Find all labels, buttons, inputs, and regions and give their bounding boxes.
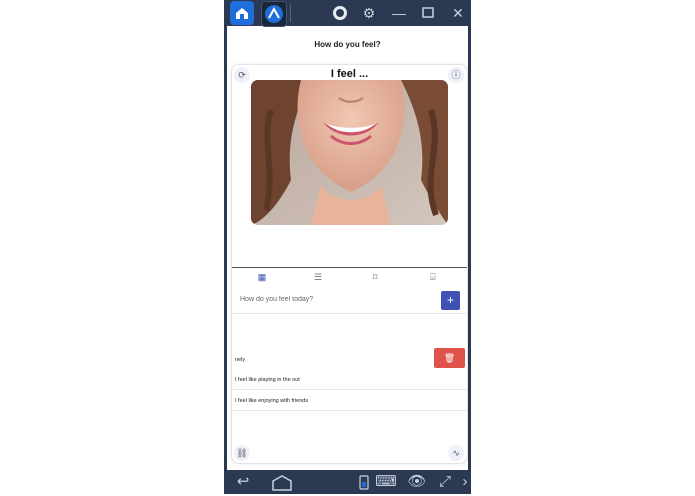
account-button[interactable] [330, 3, 350, 23]
emulator-bottombar: ↩ ⌨ 👁 ⤢ › [224, 470, 471, 494]
fullscreen-button[interactable]: ⤢ [434, 473, 456, 491]
list-item-label: nely [235, 357, 246, 363]
info-button[interactable]: ⓘ [448, 67, 464, 83]
bookmark-icon: ⌑ [372, 272, 378, 282]
more-button[interactable]: › [460, 473, 470, 491]
plus-icon: + [446, 293, 454, 307]
row-divider [232, 410, 467, 411]
grid-icon: ▦ [257, 272, 267, 282]
list-item[interactable]: I feel like playing in the out [232, 370, 467, 390]
smiling-face-photo [251, 80, 448, 225]
add-button[interactable]: + [441, 291, 460, 310]
chart-button[interactable]: ∿ [448, 445, 464, 461]
tab-camera[interactable]: ⌸ [425, 271, 441, 283]
row-divider [232, 389, 467, 390]
topbar-separator [290, 4, 291, 22]
home-button[interactable] [230, 1, 254, 25]
camera-icon: ⌸ [430, 272, 436, 282]
list-item-label: I feel like enjoying with friends [235, 398, 309, 404]
card-heading: I feel ... [330, 68, 369, 80]
tab-bookmark[interactable]: ⌑ [367, 271, 383, 283]
list-item-label: I feel like playing in the out [235, 377, 300, 383]
chevron-right-icon: › [462, 473, 468, 490]
tab-grid[interactable]: ▦ [254, 271, 270, 283]
back-icon: ↩ [236, 473, 250, 490]
back-button[interactable]: ↩ [230, 473, 256, 491]
close-icon: ✕ [452, 5, 464, 21]
app-icon [265, 5, 283, 23]
list-item[interactable]: nely 🗑 [232, 348, 467, 370]
section-divider [232, 267, 467, 268]
link-icon: ⛓ [236, 448, 248, 458]
home-icon [236, 8, 248, 19]
delete-button[interactable]: 🗑 [434, 348, 465, 368]
account-icon [333, 6, 347, 20]
phone-icon [359, 475, 369, 490]
phone-button[interactable] [358, 473, 370, 491]
keyboard-button[interactable]: ⌨ [374, 473, 398, 491]
maximize-icon [422, 7, 434, 18]
emulator-topbar: ⚙ — ✕ [224, 0, 471, 27]
photo-image [251, 80, 448, 225]
close-button[interactable]: ✕ [448, 3, 468, 23]
emulator-frame-right [468, 0, 471, 494]
app-button[interactable] [261, 1, 287, 27]
settings-button[interactable]: ⚙ [359, 3, 379, 23]
maximize-button[interactable] [418, 3, 438, 23]
home-outline-icon [272, 475, 292, 491]
info-icon: ⓘ [451, 70, 461, 80]
list-icon: ☰ [313, 272, 323, 282]
home-nav-button[interactable] [270, 473, 294, 491]
keyboard-icon: ⌨ [375, 473, 397, 490]
tab-list[interactable]: ☰ [310, 271, 326, 283]
eye-button[interactable]: 👁 [406, 473, 428, 491]
feeling-input-row: + [232, 287, 467, 314]
chart-icon: ∿ [452, 448, 460, 458]
gear-icon: ⚙ [362, 5, 376, 21]
fullscreen-icon: ⤢ [438, 473, 451, 490]
eye-icon: 👁 [407, 473, 427, 490]
trash-icon: 🗑 [443, 353, 456, 363]
emulator-frame-left [224, 0, 227, 494]
page-title: How do you feel? [314, 40, 381, 49]
list-item[interactable]: I feel like enjoying with friends [232, 391, 467, 411]
minimize-button[interactable]: — [389, 3, 409, 23]
link-button[interactable]: ⛓ [234, 445, 250, 461]
feeling-input[interactable] [240, 296, 420, 303]
feeling-card: ⟳ I feel ... ⓘ ▦ ☰ ⌑ ⌸ How do you feel t… [231, 64, 468, 464]
minimize-icon: — [392, 5, 406, 21]
